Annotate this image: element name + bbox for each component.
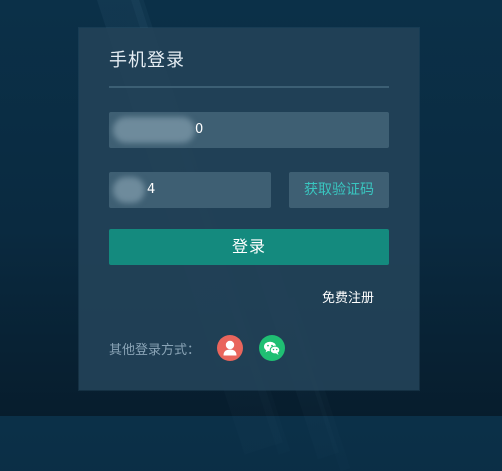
phone-value: 0 bbox=[195, 122, 204, 137]
login-button[interactable]: 登录 bbox=[109, 229, 389, 265]
code-value: 4 bbox=[147, 182, 156, 197]
user-icon bbox=[223, 340, 237, 356]
redacted-blur bbox=[113, 117, 195, 143]
title-divider bbox=[109, 86, 389, 88]
login-panel: 手机登录 0 4 获取验证码 登录 免费注册 其他登录方式： bbox=[79, 28, 419, 390]
verification-code-input[interactable]: 4 bbox=[109, 172, 271, 208]
other-login-label: 其他登录方式： bbox=[109, 343, 201, 358]
get-code-button[interactable]: 获取验证码 bbox=[289, 172, 389, 208]
panel-title: 手机登录 bbox=[109, 50, 185, 71]
redacted-blur bbox=[113, 177, 145, 203]
wechat-login-button[interactable] bbox=[259, 335, 285, 361]
account-login-button[interactable] bbox=[217, 335, 243, 361]
wechat-icon bbox=[264, 341, 281, 355]
register-link[interactable]: 免费注册 bbox=[322, 287, 374, 306]
phone-input[interactable]: 0 bbox=[109, 112, 389, 148]
